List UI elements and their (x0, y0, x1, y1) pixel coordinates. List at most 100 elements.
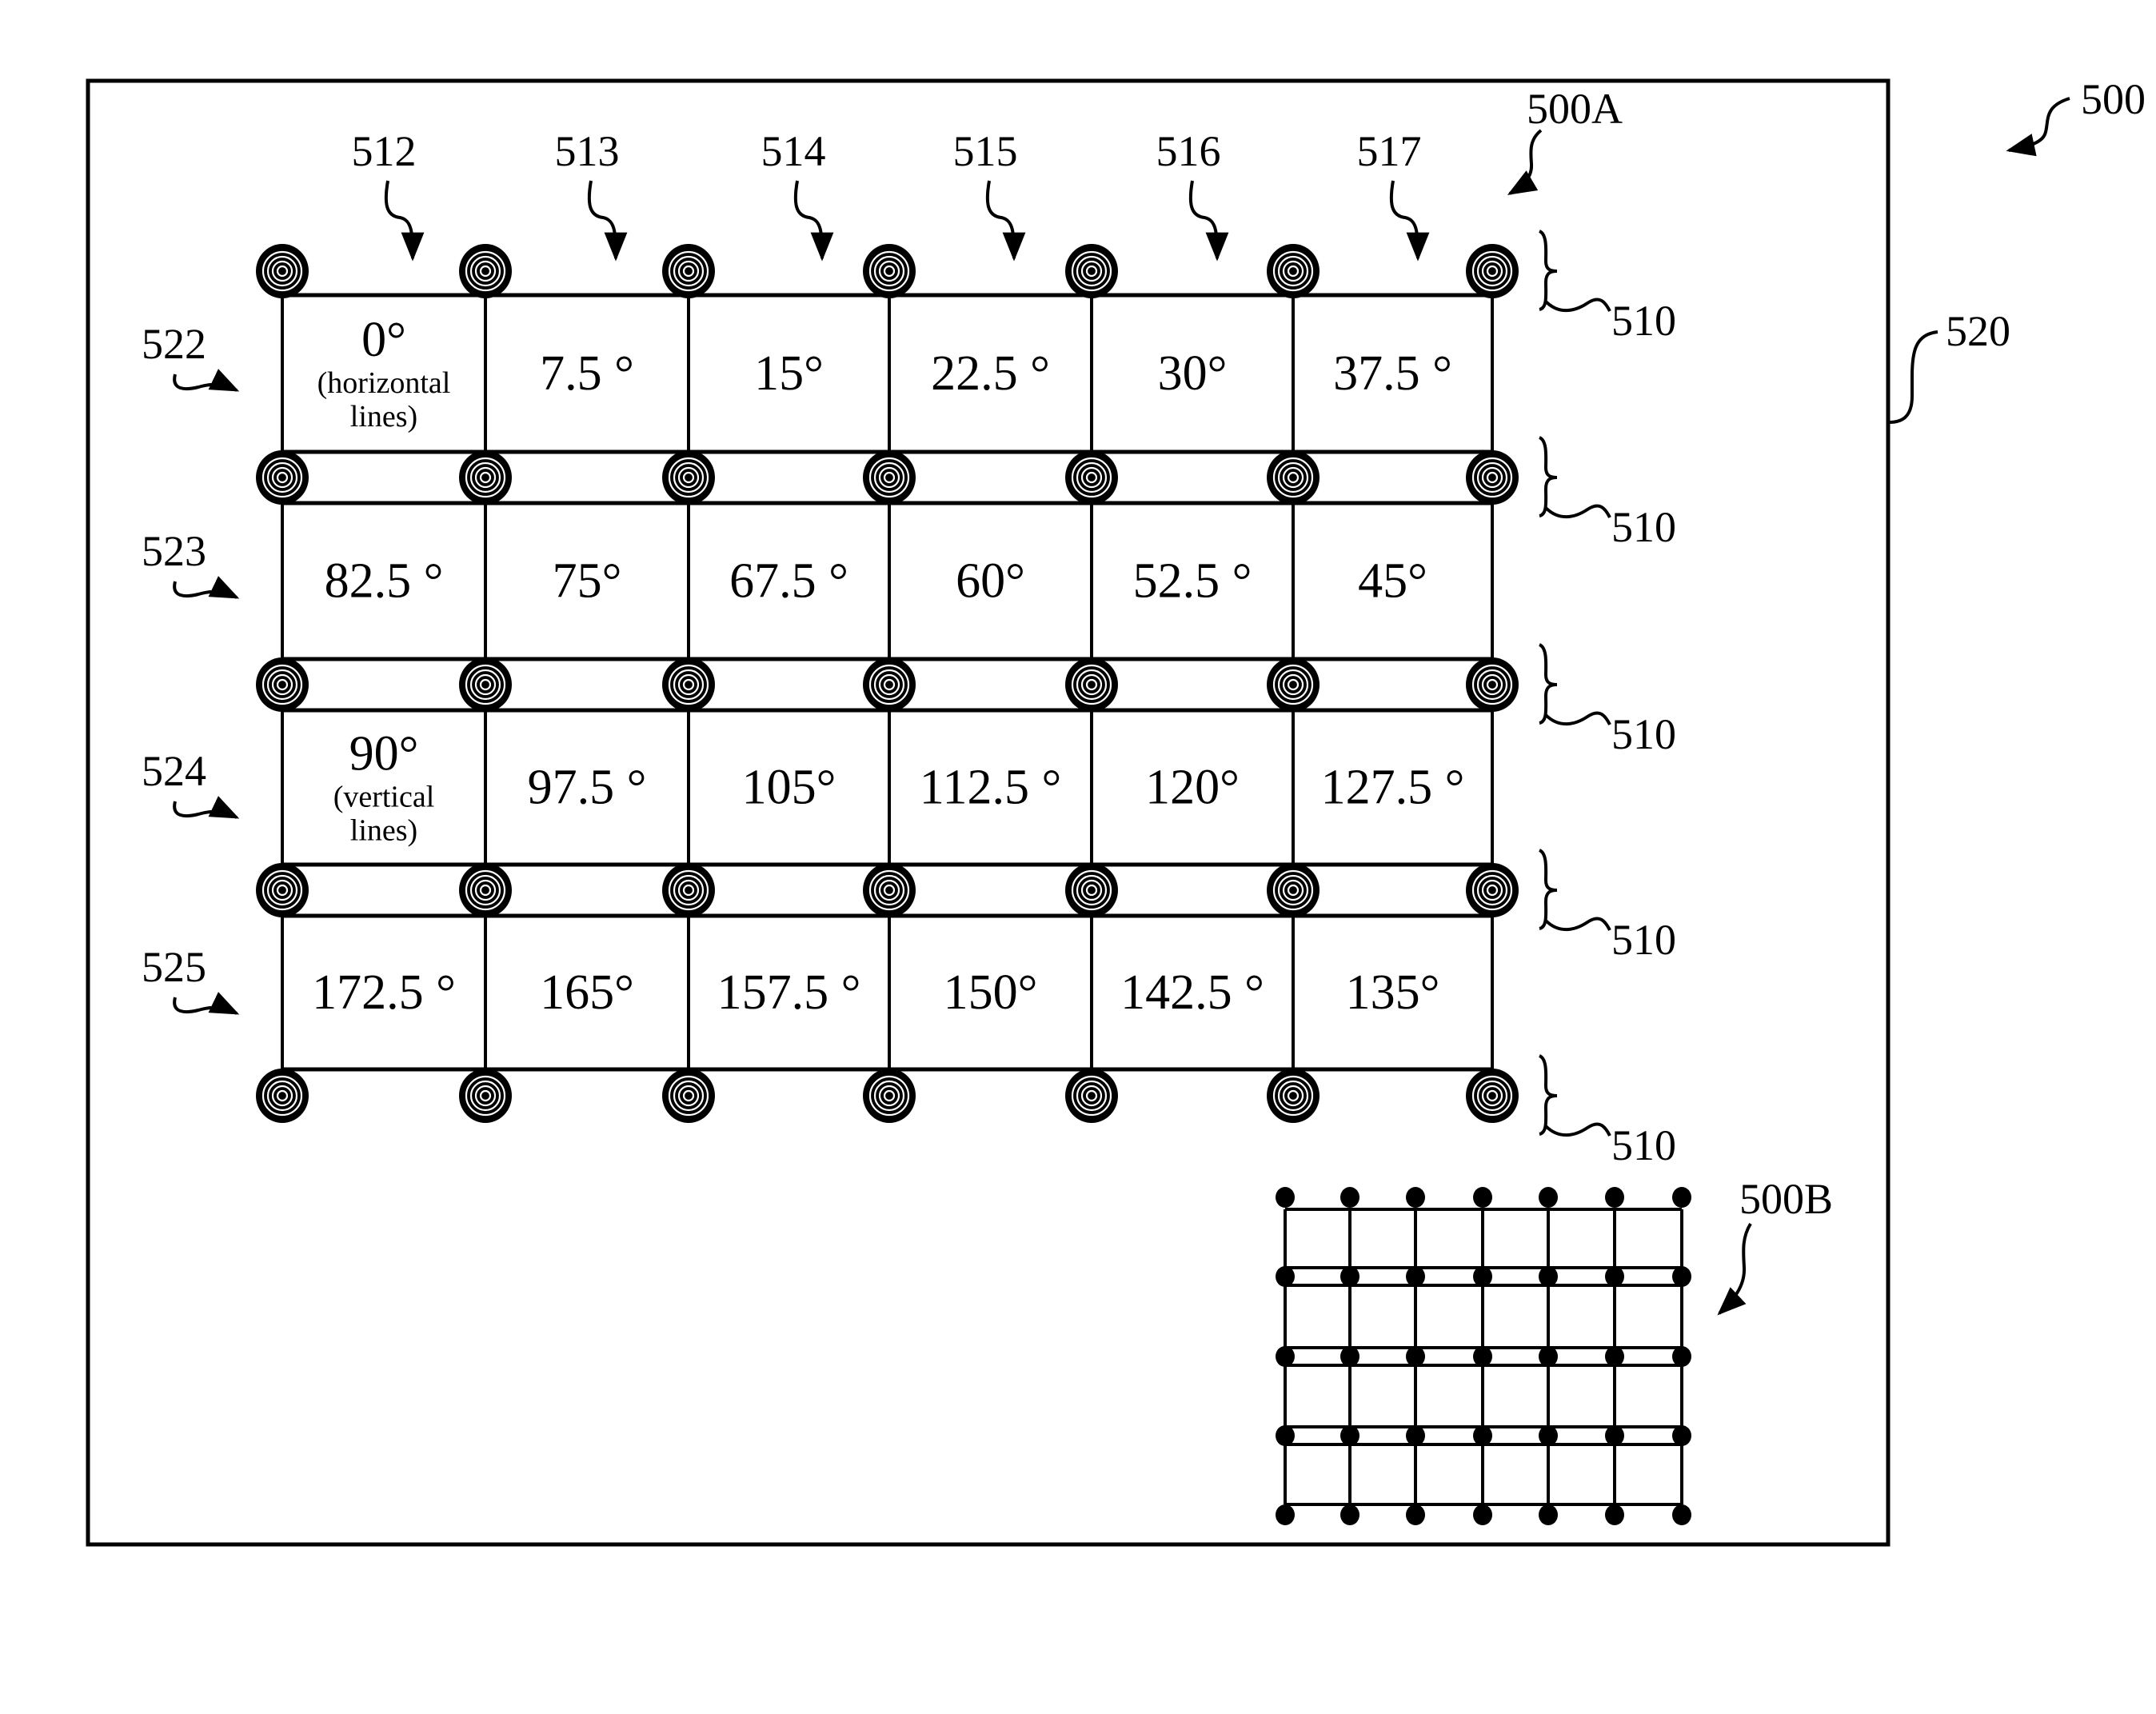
panel-b-label: 500B (1739, 1175, 1833, 1223)
cell-angle-label: 157.5 ° (717, 965, 861, 1020)
row-label-arrow (173, 369, 240, 392)
ring-pad-node (1267, 1069, 1320, 1123)
dot-node (1406, 1425, 1425, 1446)
cell-angle-label: 7.5 ° (540, 346, 634, 401)
cell-angle-label: 127.5 ° (1321, 761, 1465, 815)
ring-pad-node (256, 657, 309, 712)
row-label-arrow (173, 796, 240, 819)
node-row-label: 510 (1611, 916, 1676, 964)
dot-node (1539, 1425, 1558, 1446)
node-row-brace (1538, 436, 1558, 517)
cell-note-label: lines) (350, 814, 417, 848)
ring-pad-node (459, 657, 512, 712)
ring-pad-node (1065, 450, 1118, 505)
cell-angle-label: 172.5 ° (312, 965, 456, 1020)
dot-node (1539, 1187, 1558, 1208)
panel-a-arrow (1507, 129, 1543, 195)
cell-angle-label: 150° (944, 965, 1038, 1020)
column-label-arrow (985, 180, 1026, 262)
column-label-arrow (793, 180, 834, 262)
column-label-arrow (1389, 180, 1430, 262)
cell-angle-label: 142.5 ° (1120, 965, 1264, 1020)
dot-node (1473, 1266, 1492, 1287)
cell-angle-label: 112.5 ° (920, 761, 1062, 815)
cell-angle-label: 90° (349, 727, 419, 781)
row-label-arrow (173, 992, 240, 1015)
cell-angle-label: 22.5 ° (931, 346, 1050, 401)
cell-note-label: (horizontal (317, 366, 451, 400)
dot-node (1539, 1504, 1558, 1525)
cell-angle-label: 165° (540, 965, 634, 1020)
node-row-leader (1544, 917, 1611, 932)
dot-node (1276, 1346, 1295, 1367)
dot-node (1406, 1504, 1425, 1525)
substrate-label: 520 (1946, 307, 2010, 355)
ring-pad-node (1466, 244, 1519, 298)
ring-pad-node (863, 1069, 916, 1123)
node-row-label: 510 (1611, 710, 1676, 758)
column-label: 517 (1357, 127, 1422, 175)
column-label-arrow (587, 180, 628, 262)
ring-pad-node (863, 244, 916, 298)
dot-node (1473, 1187, 1492, 1208)
column-label-arrow (384, 180, 425, 262)
dot-node (1340, 1266, 1359, 1287)
dot-node (1406, 1346, 1425, 1367)
node-row-leader (1544, 504, 1611, 519)
row-label: 522 (142, 320, 206, 368)
ring-pad-node (1065, 244, 1118, 298)
dot-node (1605, 1504, 1624, 1525)
cell-angle-label: 75° (553, 554, 622, 609)
dot-node (1406, 1266, 1425, 1287)
figure-number-arrow (2006, 97, 2070, 157)
cell-note-label: (vertical (333, 781, 435, 814)
ring-pad-node (1466, 1069, 1519, 1123)
ring-pad-node (662, 863, 715, 917)
cell-angle-label: 135° (1346, 965, 1440, 1020)
dot-node (1605, 1425, 1624, 1446)
cell-angle-label: 60° (956, 554, 1025, 609)
column-label: 512 (352, 127, 417, 175)
dot-node (1672, 1425, 1691, 1446)
cell-angle-label: 97.5 ° (528, 761, 647, 815)
ring-pad-node (863, 863, 916, 917)
row-label-arrow (173, 576, 240, 599)
dot-node (1539, 1346, 1558, 1367)
row-label: 525 (142, 943, 206, 991)
ring-pad-node (662, 244, 715, 298)
ring-pad-node (256, 1069, 309, 1123)
cell-angle-label: 105° (742, 761, 836, 815)
dot-node (1276, 1504, 1295, 1525)
dot-node (1473, 1425, 1492, 1446)
node-row-label: 510 (1611, 297, 1676, 345)
panel-a-label: 500A (1527, 85, 1623, 133)
cell-angle-label: 82.5 ° (325, 554, 444, 609)
ring-pad-node (459, 863, 512, 917)
ring-pad-node (256, 450, 309, 505)
dot-node (1473, 1346, 1492, 1367)
figure-canvas: 500 520 500A 500B 0°(horizontallines)7.5… (86, 75, 2146, 1547)
dot-node (1276, 1425, 1295, 1446)
cell-angle-label: 120° (1145, 761, 1240, 815)
ring-pad-node (1267, 450, 1320, 505)
node-row-brace (1538, 230, 1558, 311)
figure-number-label: 500 (2081, 75, 2146, 123)
column-label-arrow (1188, 180, 1229, 262)
ring-pad-node (256, 244, 309, 298)
column-label: 515 (953, 127, 1018, 175)
node-row-leader (1544, 1122, 1611, 1137)
ring-pad-node (1267, 657, 1320, 712)
ring-pad-node (459, 244, 512, 298)
ring-pad-node (1466, 657, 1519, 712)
row-label: 524 (142, 747, 206, 795)
ring-pad-node (863, 657, 916, 712)
row-label: 523 (142, 527, 206, 575)
dot-node (1276, 1187, 1295, 1208)
panel-a-grid: 0°(horizontallines)7.5 ° 15° 22.5 ° 30° 37.5… (142, 127, 1676, 1169)
cell-angle-label: 45° (1358, 554, 1427, 609)
dot-node (1340, 1187, 1359, 1208)
node-row-label: 510 (1611, 1121, 1676, 1169)
cell-angle-label: 37.5 ° (1333, 346, 1452, 401)
dot-node (1340, 1504, 1359, 1525)
ring-pad-node (863, 450, 916, 505)
